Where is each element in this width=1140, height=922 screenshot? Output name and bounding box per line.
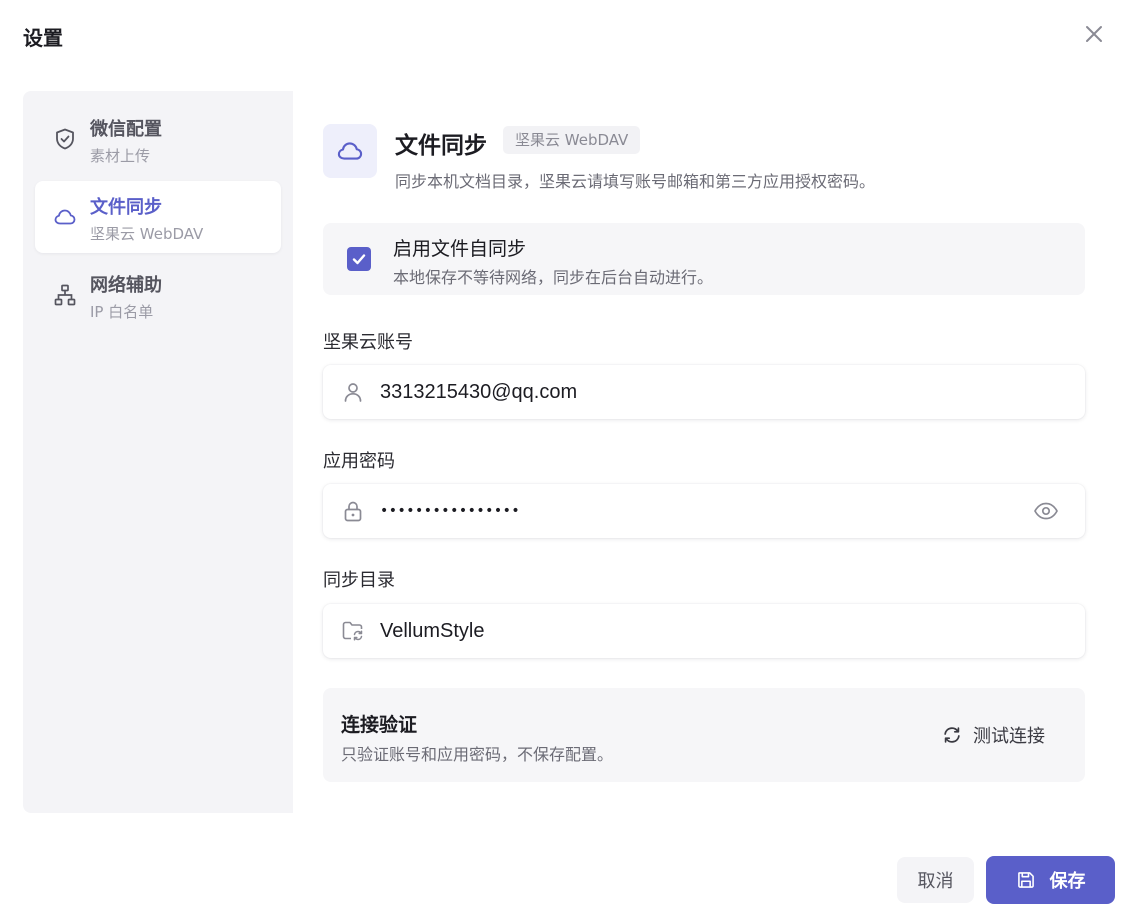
network-icon: [54, 284, 76, 306]
section-description: 同步本机文档目录，坚果云请填写账号邮箱和第三方应用授权密码。: [395, 172, 876, 191]
folder-sync-icon: [342, 621, 363, 641]
cancel-button[interactable]: 取消: [897, 857, 974, 903]
account-field: [323, 365, 1085, 419]
sidebar-item-file-sync[interactable]: 文件同步 坚果云 WebDAV: [35, 181, 281, 253]
save-icon: [1017, 872, 1034, 888]
sidebar-item-subtitle: 素材上传: [90, 147, 151, 165]
sidebar-item-subtitle: 坚果云 WebDAV: [90, 225, 204, 243]
test-connection-label: 测试连接: [973, 726, 1045, 747]
connection-verify-card: 连接验证 只验证账号和应用密码，不保存配置。 测试连接: [323, 688, 1085, 782]
eye-icon[interactable]: [1033, 499, 1059, 523]
provider-badge: 坚果云 WebDAV: [503, 126, 641, 154]
password-label: 应用密码: [323, 451, 395, 472]
settings-dialog: 设置 微信配置 素材上传 文件同步 坚果云 WebDAV 网络辅助 IP 白名单…: [0, 0, 1140, 922]
directory-label: 同步目录: [323, 570, 395, 591]
sidebar-item-title: 文件同步: [90, 197, 162, 218]
directory-input[interactable]: [380, 604, 1020, 658]
user-icon: [344, 383, 362, 402]
password-input[interactable]: [380, 484, 1020, 538]
verify-title: 连接验证: [341, 714, 418, 736]
section-icon-box: [323, 124, 377, 178]
sidebar-item-title: 微信配置: [90, 119, 162, 140]
close-icon: [1086, 26, 1102, 42]
verify-description: 只验证账号和应用密码，不保存配置。: [341, 745, 614, 764]
sidebar-item-wechat-config[interactable]: 微信配置 素材上传: [35, 103, 281, 175]
save-button[interactable]: 保存: [986, 856, 1115, 904]
password-field: [323, 484, 1085, 538]
enable-sync-title: 启用文件自同步: [393, 238, 527, 260]
cloud-icon: [337, 142, 363, 160]
sidebar-item-subtitle: IP 白名单: [90, 303, 154, 321]
close-button[interactable]: [1080, 20, 1108, 48]
save-label: 保存: [1049, 871, 1086, 892]
shield-check-icon: [56, 128, 74, 150]
enable-sync-checkbox[interactable]: [347, 247, 371, 271]
sidebar-item-title: 网络辅助: [90, 275, 162, 296]
refresh-icon: [944, 727, 960, 743]
settings-sidebar: 微信配置 素材上传 文件同步 坚果云 WebDAV 网络辅助 IP 白名单: [23, 91, 293, 813]
account-input[interactable]: [380, 365, 1020, 419]
test-connection-button[interactable]: 测试连接: [923, 714, 1063, 756]
lock-icon: [344, 501, 362, 522]
account-label: 坚果云账号: [323, 332, 413, 353]
section-title: 文件同步: [395, 133, 487, 159]
sidebar-item-network-assist[interactable]: 网络辅助 IP 白名单: [35, 259, 281, 331]
cloud-icon: [54, 209, 76, 225]
dialog-title: 设置: [23, 26, 63, 50]
enable-sync-description: 本地保存不等待网络，同步在后台自动进行。: [393, 268, 714, 287]
directory-field: [323, 604, 1085, 658]
checkmark-icon: [352, 254, 366, 265]
enable-sync-toggle[interactable]: 启用文件自同步 本地保存不等待网络，同步在后台自动进行。: [323, 223, 1085, 295]
